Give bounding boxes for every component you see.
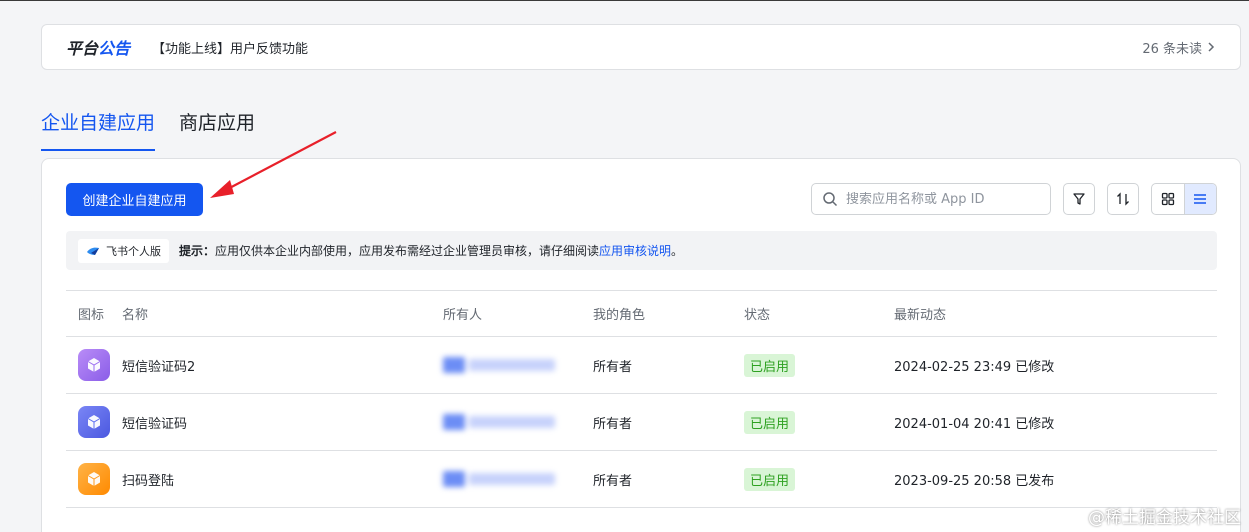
table-row[interactable]: 短信验证码 所有者 已启用 2024-01-04 20:41 已修改: [66, 394, 1217, 451]
search-box[interactable]: [811, 183, 1051, 215]
search-input[interactable]: [846, 191, 1036, 207]
latest-activity: 2023-09-25 20:58 已发布: [894, 473, 1055, 489]
brand-part2: 公告: [98, 39, 131, 58]
app-list-panel: 创建企业自建应用 飞书个人版 提示： 应用仅供本企业内部使用，应用发布需经过企业…: [41, 158, 1241, 532]
app-cube-icon: [78, 406, 110, 438]
col-owner: 所有人: [443, 308, 483, 323]
owner-redacted: [443, 357, 593, 373]
hint-prefix: 提示：: [179, 244, 216, 258]
badge-label: 飞书个人版: [106, 244, 161, 258]
list-view-button[interactable]: [1184, 184, 1216, 214]
owner-redacted: [443, 414, 593, 430]
col-name: 名称: [122, 308, 149, 323]
icon-cell: [66, 349, 122, 381]
table-row[interactable]: 短信验证码2 所有者 已启用 2024-02-25 23:49 已修改: [66, 337, 1217, 394]
feishu-personal-badge: 飞书个人版: [78, 238, 169, 263]
app-cube-icon: [78, 349, 110, 381]
filter-button[interactable]: [1063, 183, 1095, 215]
table-row[interactable]: 扫码登陆 所有者 已启用 2023-09-25 20:58 已发布: [66, 451, 1217, 508]
status-cell: 已启用: [744, 353, 894, 377]
search-icon: [823, 192, 838, 207]
window-top-border: [0, 0, 1249, 1]
chevron-right-icon: [1208, 42, 1215, 52]
review-guide-link[interactable]: 应用审核说明: [599, 242, 671, 259]
view-toggle: [1151, 183, 1217, 215]
col-latest-activity: 最新动态: [894, 308, 947, 323]
col-icon: 图标: [78, 308, 105, 323]
announcement-brand: 平台 公告: [66, 35, 130, 59]
tab-enterprise-apps[interactable]: 企业自建应用: [41, 108, 156, 151]
hint-suffix: 。: [671, 244, 684, 258]
hint-bar: 飞书个人版 提示： 应用仅供本企业内部使用，应用发布需经过企业管理员审核，请仔细…: [66, 231, 1217, 270]
create-app-button[interactable]: 创建企业自建应用: [66, 183, 203, 216]
role: 所有者: [593, 359, 633, 375]
unread-count-link[interactable]: 26 条未读: [1142, 38, 1216, 57]
app-name[interactable]: 短信验证码: [122, 413, 443, 432]
latest-activity: 2024-02-25 23:49 已修改: [894, 359, 1055, 375]
sort-button[interactable]: [1107, 183, 1139, 215]
role: 所有者: [593, 416, 633, 432]
app-cube-icon: [78, 463, 110, 495]
announcement-bar[interactable]: 平台 公告 【功能上线】用户反馈功能 26 条未读: [41, 24, 1241, 70]
announcement-text[interactable]: 【功能上线】用户反馈功能: [152, 38, 308, 57]
app-table: 图标 名称 所有人 我的角色 状态 最新动态 短信验证码2 所有者 已启用 20…: [66, 290, 1217, 508]
col-role: 我的角色: [593, 308, 646, 323]
role: 所有者: [593, 473, 633, 489]
sort-icon: [1117, 192, 1129, 206]
app-name[interactable]: 短信验证码2: [122, 356, 443, 375]
status-badge: 已启用: [744, 467, 796, 491]
tab-store-apps[interactable]: 商店应用: [179, 108, 255, 145]
unread-count: 26 条未读: [1142, 41, 1202, 57]
grid-icon: [1161, 192, 1174, 206]
owner-redacted: [443, 471, 593, 487]
status-cell: 已启用: [744, 467, 894, 491]
icon-cell: [66, 406, 122, 438]
latest-activity: 2024-01-04 20:41 已修改: [894, 416, 1055, 432]
table-header: 图标 名称 所有人 我的角色 状态 最新动态: [66, 290, 1217, 337]
list-icon: [1194, 194, 1207, 204]
filter-icon: [1073, 193, 1085, 205]
col-status: 状态: [744, 308, 771, 323]
status-badge: 已启用: [744, 410, 796, 434]
status-badge: 已启用: [744, 353, 796, 377]
brand-part1: 平台: [66, 39, 99, 58]
status-cell: 已启用: [744, 410, 894, 434]
feishu-logo-icon: [87, 247, 99, 255]
icon-cell: [66, 463, 122, 495]
watermark: @稀土掘金技术社区: [1088, 508, 1241, 528]
app-name[interactable]: 扫码登陆: [122, 470, 443, 489]
grid-view-button[interactable]: [1152, 184, 1184, 214]
hint-body: 应用仅供本企业内部使用，应用发布需经过企业管理员审核，请仔细阅读: [215, 244, 600, 258]
app-type-tabs: 企业自建应用 商店应用: [41, 108, 255, 151]
